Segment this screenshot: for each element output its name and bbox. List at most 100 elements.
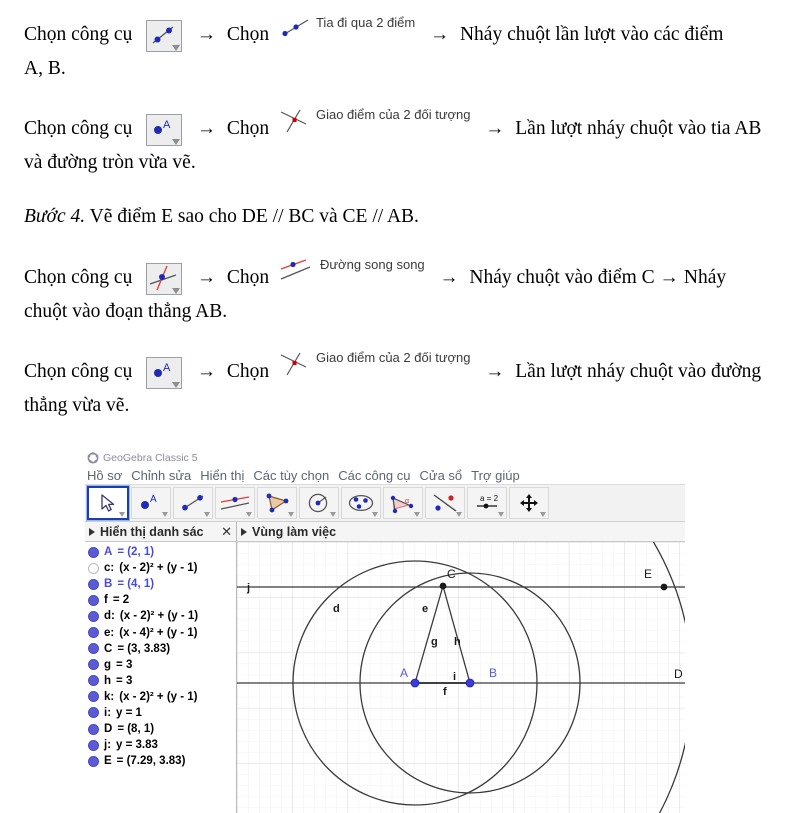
- algebra-panel-header[interactable]: Hiển thị danh sác ✕: [85, 522, 237, 541]
- dropdown-triangle-icon: [414, 512, 420, 517]
- algebra-item[interactable]: j: y = 3.83: [88, 737, 236, 753]
- ray-two-points-menuitem[interactable]: Tia đi qua 2 điểm: [278, 12, 415, 46]
- point-B[interactable]: [465, 678, 475, 688]
- intersect-two-objects-menuitem[interactable]: Giao điểm của 2 đối tượng: [278, 104, 471, 138]
- visibility-toggle-icon[interactable]: [88, 562, 99, 574]
- parallel-line-label: Đường song song: [319, 257, 425, 272]
- p2-arrow-1: →: [196, 118, 216, 139]
- visibility-toggle-icon[interactable]: [88, 578, 99, 590]
- visibility-toggle-icon[interactable]: [88, 546, 99, 558]
- point-E[interactable]: [660, 583, 668, 591]
- algebra-item[interactable]: e: (x - 4)² + (y - 1): [88, 624, 236, 640]
- algebra-item-value: = (2, 1): [117, 546, 155, 559]
- algebra-item[interactable]: E = (7.29, 3.83): [88, 753, 236, 769]
- graphics-panel-header[interactable]: Vùng làm việc: [237, 522, 685, 541]
- algebra-item-value: = (3, 3.83): [117, 642, 171, 655]
- new-point-icon: A: [141, 494, 157, 509]
- paragraph-2-line-2: và đường tròn vừa vẽ.: [24, 152, 196, 173]
- menu-edit[interactable]: Chỉnh sửa: [131, 468, 191, 483]
- algebra-item-label: E: [104, 755, 112, 768]
- tool-transform[interactable]: [425, 487, 465, 519]
- tool-slider[interactable]: a = 2: [467, 487, 507, 519]
- visibility-toggle-icon[interactable]: [88, 659, 99, 671]
- step-4-label: Bước 4.: [24, 206, 86, 227]
- p1-text-3: Nháy chuột lần lượt vào các điểm: [459, 24, 724, 45]
- geogebra-body: A = (2, 1) c: (x - 2)² + (y - 1) B = (4,…: [85, 542, 685, 813]
- segment-two-points-icon: [182, 495, 204, 511]
- p1-text-2: Chọn: [226, 24, 270, 45]
- visibility-toggle-icon[interactable]: [88, 675, 99, 687]
- algebra-item[interactable]: D = (8, 1): [88, 721, 236, 737]
- label-h: h: [454, 636, 461, 648]
- menu-view[interactable]: Hiển thị: [200, 468, 244, 483]
- tool-line[interactable]: [173, 487, 213, 519]
- expand-caret-icon[interactable]: [89, 527, 95, 536]
- algebra-item[interactable]: A = (2, 1): [88, 544, 236, 560]
- tool-point[interactable]: A: [131, 487, 171, 519]
- intersect-two-objects-menuitem[interactable]: Giao điểm của 2 đối tượng: [278, 347, 471, 381]
- algebra-item-label: h: [104, 674, 112, 687]
- menu-tools[interactable]: Các công cụ: [338, 468, 410, 483]
- menu-options[interactable]: Các tùy chọn: [253, 468, 329, 483]
- visibility-toggle-icon[interactable]: [88, 627, 99, 639]
- visibility-toggle-icon[interactable]: [88, 739, 99, 751]
- algebra-item-label: C: [104, 642, 113, 655]
- visibility-toggle-icon[interactable]: [88, 594, 99, 606]
- segment-two-points-icon[interactable]: [146, 19, 183, 52]
- circle-center-point-icon: [308, 493, 328, 513]
- visibility-toggle-icon[interactable]: [88, 610, 99, 622]
- geogebra-toolbar: A α a = 2: [85, 484, 685, 522]
- close-icon[interactable]: ✕: [221, 525, 232, 538]
- visibility-toggle-icon[interactable]: [88, 723, 99, 735]
- menu-window[interactable]: Cửa sổ: [420, 468, 463, 483]
- geogebra-title-text: GeoGebra Classic 5: [103, 451, 198, 464]
- label-e: e: [422, 603, 428, 615]
- algebra-item[interactable]: h = 3: [88, 673, 236, 689]
- menu-help[interactable]: Trợ giúp: [471, 468, 520, 483]
- graphics-view[interactable]: j d e C E g h A B i f D: [237, 542, 685, 813]
- tool-parallel[interactable]: [215, 487, 255, 519]
- instruction-paragraph-2: Chọn công cụ A → Chọn Giao điểm của 2 đố…: [24, 104, 784, 180]
- algebra-item[interactable]: d: (x - 2)² + (y - 1): [88, 608, 236, 624]
- p1-text-1: Chọn công cụ: [24, 24, 138, 45]
- algebra-view[interactable]: A = (2, 1) c: (x - 2)² + (y - 1) B = (4,…: [85, 542, 237, 813]
- algebra-item-value: (x - 2)² + (y - 1): [119, 610, 199, 623]
- algebra-item[interactable]: C = (3, 3.83): [88, 641, 236, 657]
- visibility-toggle-icon[interactable]: [88, 691, 99, 703]
- ray-two-points-label: Tia đi qua 2 điểm: [315, 15, 416, 30]
- new-point-icon[interactable]: A: [146, 113, 183, 146]
- algebra-item[interactable]: B = (4, 1): [88, 576, 236, 592]
- tool-angle[interactable]: α: [383, 487, 423, 519]
- label-C: C: [447, 567, 456, 581]
- algebra-item-value: = (4, 1): [117, 578, 155, 591]
- p5-text-1: Chọn công cụ: [24, 361, 138, 382]
- tool-conic[interactable]: [341, 487, 381, 519]
- algebra-item[interactable]: i: y = 1: [88, 705, 236, 721]
- point-A[interactable]: [410, 678, 420, 688]
- p2-arrow-2: →: [485, 118, 505, 139]
- tool-circle[interactable]: [299, 487, 339, 519]
- algebra-item[interactable]: f = 2: [88, 592, 236, 608]
- expand-caret-icon[interactable]: [241, 527, 247, 536]
- perpendicular-line-icon[interactable]: [146, 262, 183, 295]
- svg-text:A: A: [163, 119, 171, 131]
- p1-arrow-2: →: [430, 24, 450, 45]
- tool-polygon[interactable]: [257, 487, 297, 519]
- visibility-toggle-icon[interactable]: [88, 755, 99, 767]
- tool-move[interactable]: [86, 485, 130, 521]
- visibility-toggle-icon[interactable]: [88, 707, 99, 719]
- tool-move-view[interactable]: [509, 487, 549, 519]
- algebra-item[interactable]: c: (x - 2)² + (y - 1): [88, 560, 236, 576]
- algebra-item[interactable]: k: (x - 2)² + (y - 1): [88, 689, 236, 705]
- paragraph-4-line-1: Chọn công cụ → Chọn Đường song song → Nh…: [24, 254, 784, 295]
- move-graphics-view-icon: [520, 494, 538, 512]
- point-C[interactable]: [439, 582, 447, 590]
- visibility-toggle-icon[interactable]: [88, 643, 99, 655]
- parallel-line-menuitem[interactable]: Đường song song: [278, 254, 425, 288]
- instruction-paragraph-3: Bước 4. Vẽ điểm E sao cho DE // BC và CE…: [24, 200, 784, 234]
- new-point-icon[interactable]: A: [146, 356, 183, 389]
- algebra-item-label: k:: [104, 690, 115, 703]
- paragraph-1-line-2: A, B.: [24, 58, 66, 79]
- menu-file[interactable]: Hồ sơ: [87, 468, 122, 483]
- algebra-item[interactable]: g = 3: [88, 657, 236, 673]
